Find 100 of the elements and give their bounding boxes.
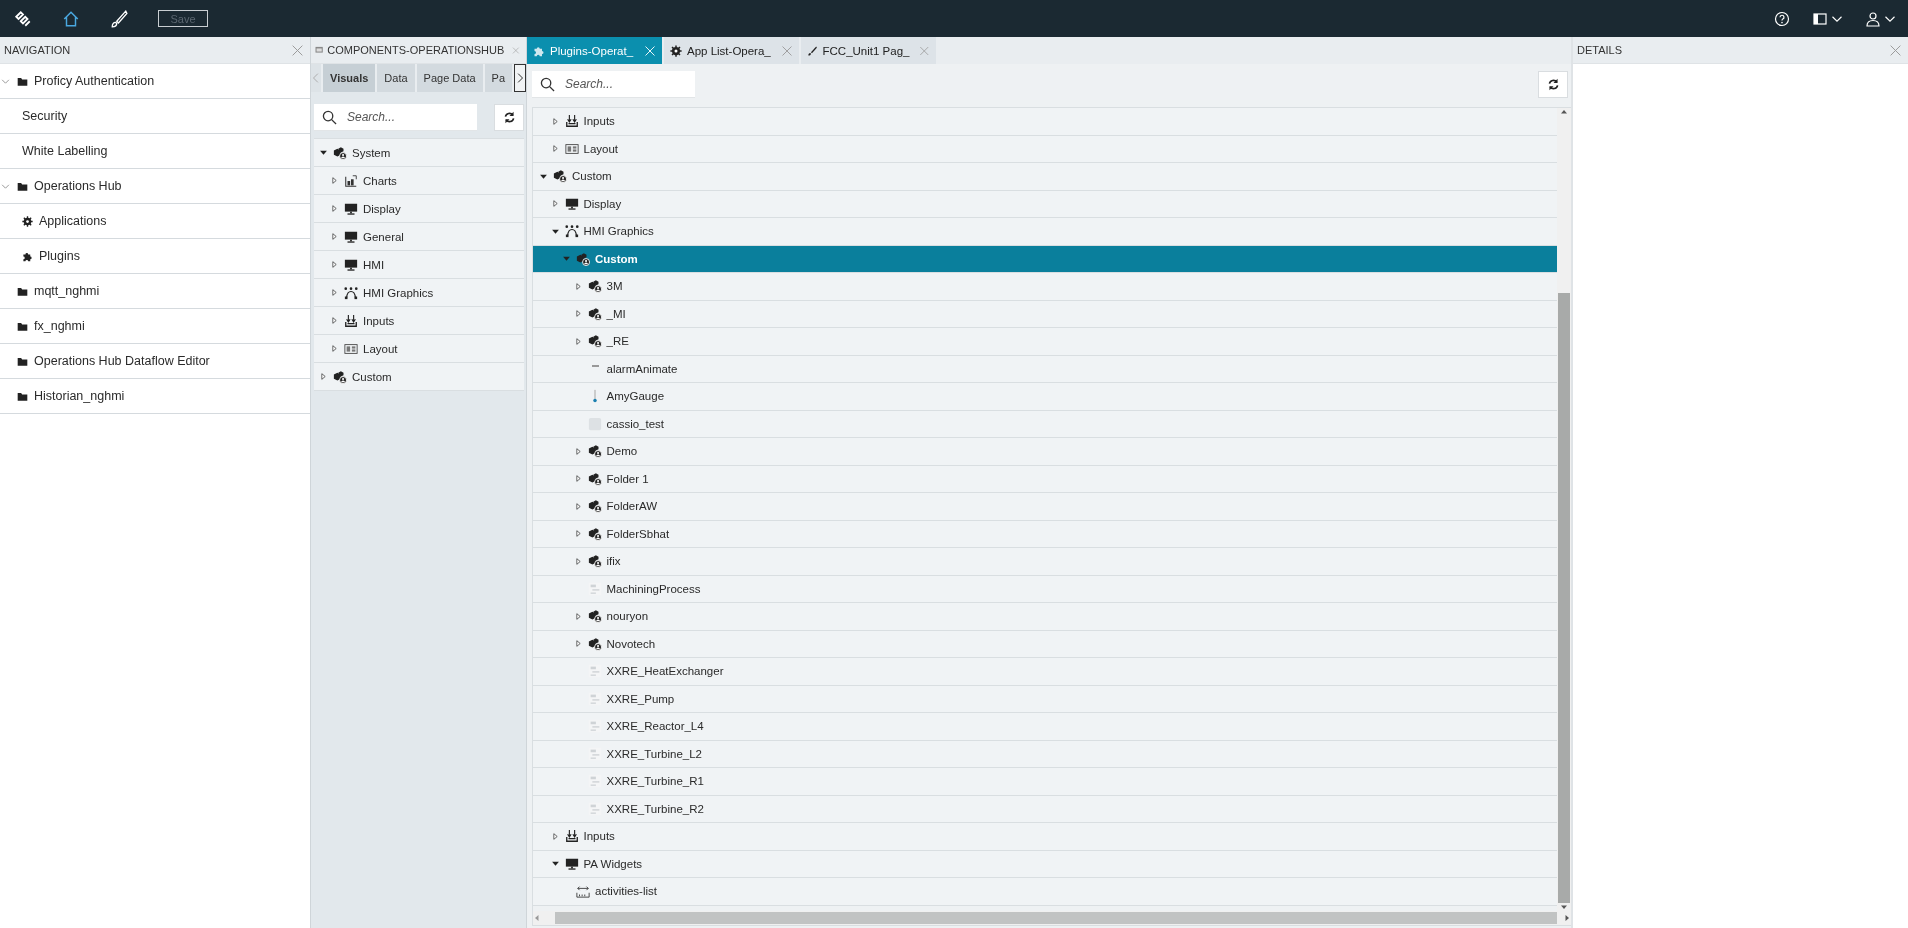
brush-icon — [807, 44, 818, 57]
chevron-down-icon[interactable] — [1, 76, 10, 86]
cubes-icon — [576, 251, 590, 266]
tree-item[interactable]: Layout — [314, 335, 524, 363]
caret-right-icon[interactable] — [330, 204, 339, 213]
folder-icon — [17, 75, 28, 87]
search-icon — [540, 76, 555, 92]
user-icon[interactable] — [1865, 10, 1881, 27]
cubes-icon — [587, 471, 602, 486]
caret-right-icon[interactable] — [550, 831, 560, 841]
nav-item[interactable]: White Labelling — [0, 134, 310, 169]
refresh-button[interactable] — [494, 104, 524, 131]
horizontal-scrollbar[interactable] — [533, 911, 1571, 925]
chevron-down-icon[interactable] — [1, 181, 10, 191]
chevron-right-icon — [515, 72, 526, 84]
caret-down-icon[interactable] — [550, 859, 560, 869]
refresh-button[interactable] — [1538, 71, 1568, 98]
tree-item[interactable]: Inputs — [314, 307, 524, 335]
panel-tab[interactable]: Page Data — [416, 64, 483, 92]
caret-right-icon[interactable] — [573, 281, 583, 291]
close-icon[interactable] — [291, 43, 304, 57]
refresh-icon — [1546, 78, 1560, 91]
panel-tab[interactable]: Pa — [484, 64, 513, 92]
tree-item[interactable]: Custom — [533, 245, 1557, 273]
search-input[interactable]: Search... — [345, 109, 469, 125]
caret-right-icon[interactable] — [573, 639, 583, 649]
monitor-icon — [344, 201, 358, 216]
tree-item[interactable]: Charts — [314, 167, 524, 195]
layout-grid-icon — [344, 341, 358, 356]
caret-right-icon[interactable] — [319, 372, 328, 381]
tree-item[interactable]: System — [314, 139, 524, 167]
caret-right-icon[interactable] — [573, 474, 583, 484]
scroll-up-icon[interactable] — [1560, 108, 1568, 116]
nav-item[interactable]: mqtt_nghmi — [0, 274, 310, 309]
panel-title: DETAILS — [1577, 44, 1623, 56]
bezier-curve-icon — [344, 285, 358, 300]
cubes-icon — [587, 334, 602, 349]
cubes-icon — [587, 609, 602, 624]
scroll-right-button[interactable] — [514, 64, 526, 92]
folder-icon — [17, 180, 28, 192]
tree-item[interactable]: Custom — [314, 363, 524, 391]
document-tab[interactable]: App List-Opera_ — [664, 37, 799, 64]
brush-icon[interactable] — [110, 9, 128, 28]
logo-icon[interactable] — [14, 9, 32, 28]
cubes-icon — [333, 369, 347, 384]
monitor-icon — [564, 856, 579, 871]
caret-right-icon[interactable] — [330, 288, 339, 297]
folder-icon — [17, 390, 28, 402]
vertical-scrollbar[interactable] — [1557, 108, 1571, 911]
tree-item[interactable]: HMI Graphics — [314, 279, 524, 307]
caret-right-icon[interactable] — [330, 232, 339, 241]
caret-right-icon[interactable] — [573, 446, 583, 456]
document-tab[interactable]: FCC_Unit1 Pag_ — [801, 37, 936, 64]
caret-right-icon[interactable] — [330, 176, 339, 185]
search-field[interactable]: Search... — [532, 71, 695, 98]
nav-item[interactable]: Applications — [0, 204, 310, 239]
caret-right-icon[interactable] — [573, 556, 583, 566]
caret-right-icon[interactable] — [550, 144, 560, 154]
caret-right-icon[interactable] — [330, 316, 339, 325]
panel-tab[interactable]: Visuals — [323, 64, 376, 92]
caret-right-icon[interactable] — [330, 260, 339, 269]
panel-layout-icon[interactable] — [1812, 10, 1828, 27]
caret-right-icon[interactable] — [573, 309, 583, 319]
tree-item[interactable]: Display — [314, 195, 524, 223]
nav-item[interactable]: Security — [0, 99, 310, 134]
nav-item[interactable]: Historian_nghmi — [0, 379, 310, 414]
document-tab[interactable]: Plugins-Operat_ — [527, 37, 662, 64]
caret-right-icon[interactable] — [550, 199, 560, 209]
cubes-icon — [587, 306, 602, 321]
close-icon[interactable] — [781, 44, 793, 57]
search-field[interactable]: Search... — [314, 104, 477, 131]
nav-item[interactable]: Operations Hub Dataflow Editor — [0, 344, 310, 379]
tree-item[interactable]: HMI — [314, 251, 524, 279]
search-icon — [322, 109, 337, 125]
folder-icon — [17, 355, 28, 367]
nav-item[interactable]: Operations Hub — [0, 169, 310, 204]
tray-arrows-icon — [564, 114, 579, 129]
caret-right-icon[interactable] — [573, 501, 583, 511]
panel-tab[interactable]: Data — [377, 64, 415, 92]
monitor-icon — [564, 196, 579, 211]
nav-item[interactable]: Proficy Authentication — [0, 64, 310, 99]
help-icon[interactable] — [1774, 10, 1790, 27]
nav-item[interactable]: fx_nghmi — [0, 309, 310, 344]
nav-item[interactable]: Plugins — [0, 239, 310, 274]
search-input[interactable]: Search... — [563, 76, 687, 92]
caret-right-icon[interactable] — [330, 344, 339, 353]
scroll-left-icon[interactable] — [533, 914, 541, 922]
scroll-right-icon[interactable] — [1563, 914, 1571, 922]
caret-right-icon[interactable] — [573, 611, 583, 621]
chevron-left-icon — [311, 72, 321, 84]
home-icon[interactable] — [62, 9, 80, 28]
caret-down-icon[interactable] — [319, 148, 328, 157]
caret-right-icon[interactable] — [573, 529, 583, 539]
tree-item[interactable]: General — [314, 223, 524, 251]
caret-right-icon[interactable] — [550, 116, 560, 126]
gear-icon — [22, 215, 33, 227]
close-icon[interactable] — [1889, 43, 1902, 57]
monitor-icon — [344, 229, 358, 244]
folder-icon — [17, 285, 28, 297]
caret-right-icon[interactable] — [573, 336, 583, 346]
